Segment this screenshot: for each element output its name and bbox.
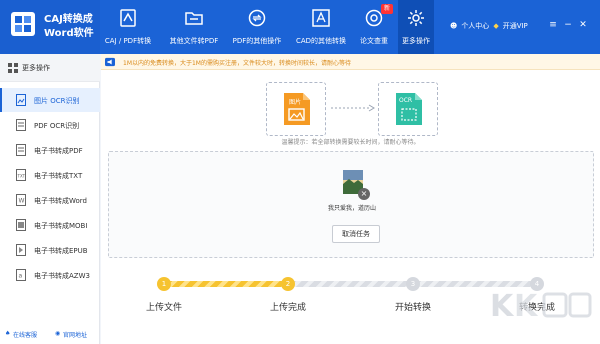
- close-icon[interactable]: ✕: [578, 20, 588, 30]
- sidebar-item-ebook-pdf[interactable]: 电子书转成PDF: [0, 138, 100, 162]
- menu-icon[interactable]: ≡: [548, 20, 558, 30]
- notice-text: 1M以内的免费转换，大于1M的需购买注册，文件较大时，转换时间较长，请耐心等待: [123, 60, 351, 67]
- svg-text:K: K: [514, 289, 539, 324]
- step-1-label: 上传文件: [145, 303, 182, 313]
- pdf-file-icon: [16, 144, 26, 156]
- nav-label: CAJ / PDF转换: [104, 37, 152, 45]
- profile-link[interactable]: 个人中心: [461, 21, 489, 31]
- mobi-file-icon: [16, 219, 26, 231]
- nav-label: CAD的其他转换: [295, 37, 347, 45]
- cad-icon: [312, 9, 330, 27]
- file-drop-area[interactable]: × 我只爱我，道历山 取消任务: [108, 151, 594, 258]
- tip-text: 温馨提示：若全部转换需要较长时间，请耐心等待。: [281, 139, 420, 146]
- nav-label: 论文查重: [360, 37, 388, 45]
- app-name-line2: Word软件: [44, 28, 94, 39]
- sidebar-item-ebook-mobi[interactable]: 电子书转成MOBI: [0, 213, 100, 237]
- globe-icon: ◉: [55, 330, 61, 337]
- epub-file-icon: [16, 244, 26, 256]
- speaker-icon: [105, 57, 115, 67]
- sidebar-item-ebook-epub[interactable]: 电子书转成EPUB: [0, 238, 100, 262]
- nav-label: PDF的其他操作: [232, 37, 282, 45]
- sidebar-item-pdf-ocr[interactable]: PDF OCR识别: [0, 113, 100, 137]
- step-connector-2: [289, 281, 412, 287]
- vip-icon: ◆: [493, 22, 499, 30]
- refresh-icon: [248, 9, 266, 27]
- target-file-box: OCR: [378, 82, 438, 136]
- step-3-number: 3: [406, 277, 420, 291]
- sidebar-item-label: 电子书转成EPUB: [34, 247, 88, 255]
- nav-cad-convert[interactable]: CAD的其他转换: [290, 0, 352, 54]
- sidebar-item-image-ocr[interactable]: 图片 OCR识别: [0, 88, 100, 112]
- txt-file-icon: TXT: [16, 169, 26, 181]
- step-1-number: 1: [157, 277, 171, 291]
- vip-link[interactable]: 开通VIP: [503, 21, 528, 31]
- sidebar-item-label: 电子书转成PDF: [34, 147, 83, 155]
- sidebar-item-label: 电子书转成Word: [34, 197, 87, 205]
- top-toolbar: CAJ转换成 Word软件 CAJ / PDF转换 其他文件转PDF PDF的其…: [0, 0, 600, 54]
- cancel-task-button[interactable]: 取消任务: [332, 225, 380, 243]
- minimize-icon[interactable]: −: [563, 20, 573, 30]
- app-logo-icon: [11, 12, 35, 36]
- sidebar-item-ebook-word[interactable]: W 电子书转成Word: [0, 188, 100, 212]
- app-brand: CAJ转换成 Word软件: [0, 0, 100, 54]
- sidebar-item-ebook-txt[interactable]: TXT 电子书转成TXT: [0, 163, 100, 187]
- nav-label: 更多操作: [402, 37, 430, 45]
- pdf-file-icon: [16, 119, 26, 131]
- arrow-icon: [331, 104, 375, 112]
- sidebar-item-label: 电子书转成MOBI: [34, 222, 88, 230]
- sidebar-header: 更多操作: [0, 54, 100, 82]
- nav-pdf-other-ops[interactable]: PDF的其他操作: [228, 0, 286, 54]
- source-file-box: 图片: [266, 82, 326, 136]
- nav-paper-check[interactable]: 新 论文查重: [354, 0, 394, 54]
- headset-icon: ♠: [5, 330, 11, 337]
- sidebar-item-label: 电子书转成TXT: [34, 172, 83, 180]
- sidebar-item-label: 图片 OCR识别: [34, 97, 80, 105]
- official-site-link[interactable]: 官网地址: [63, 330, 87, 339]
- step-2-number: 2: [281, 277, 295, 291]
- source-label: 图片: [289, 99, 302, 106]
- folder-icon: [185, 12, 203, 25]
- svg-text:K: K: [490, 289, 515, 324]
- svg-text:a: a: [19, 273, 23, 280]
- remove-file-icon[interactable]: ×: [358, 188, 370, 200]
- nav-more-ops[interactable]: 更多操作: [398, 0, 434, 54]
- online-service-link[interactable]: 在线客服: [13, 330, 37, 339]
- nav-other-to-pdf[interactable]: 其他文件转PDF: [164, 0, 224, 54]
- svg-text:TXT: TXT: [17, 174, 26, 179]
- user-icon: ☻: [450, 22, 458, 30]
- sidebar: 更多操作 图片 OCR识别 PDF OCR识别 电子书转成PDF TXT 电子书…: [0, 54, 100, 344]
- nav-label: 其他文件转PDF: [169, 37, 219, 45]
- user-area: ☻ 个人中心 ◆ 开通VIP: [450, 18, 528, 34]
- file-name: 我只爱我，道历山: [327, 205, 376, 212]
- new-badge: 新: [381, 4, 393, 14]
- target-label: OCR: [399, 97, 413, 104]
- grid-icon: [8, 63, 18, 73]
- kk-watermark-logo: K K: [490, 289, 592, 324]
- app-name: CAJ转换成 Word软件: [44, 13, 94, 41]
- word-file-icon: W: [16, 194, 26, 206]
- sidebar-header-label: 更多操作: [22, 64, 50, 72]
- image-file-icon: [16, 94, 26, 106]
- app-name-line1: CAJ转换成: [44, 14, 93, 25]
- svg-text:W: W: [19, 198, 25, 205]
- step-2-label: 上传完成: [269, 303, 306, 313]
- nav-caj-pdf-convert[interactable]: CAJ / PDF转换: [100, 0, 156, 54]
- sidebar-footer: ♠ 在线客服 ◉ 官网地址: [0, 326, 100, 342]
- sidebar-item-ebook-azw3[interactable]: a 电子书转成AZW3: [0, 263, 100, 287]
- conversion-flow: 图片 OCR: [266, 82, 441, 136]
- gear-icon: [408, 10, 424, 26]
- step-3-label: 开始转换: [394, 303, 431, 313]
- pdf-convert-icon: [120, 9, 136, 27]
- sidebar-item-label: PDF OCR识别: [34, 122, 80, 130]
- notice-bar: 1M以内的免费转换，大于1M的需购买注册，文件较大时，转换时间较长，请耐心等待: [101, 54, 600, 70]
- sidebar-item-label: 电子书转成AZW3: [34, 272, 90, 280]
- step-connector-1: [165, 281, 288, 287]
- azw3-file-icon: a: [16, 269, 26, 281]
